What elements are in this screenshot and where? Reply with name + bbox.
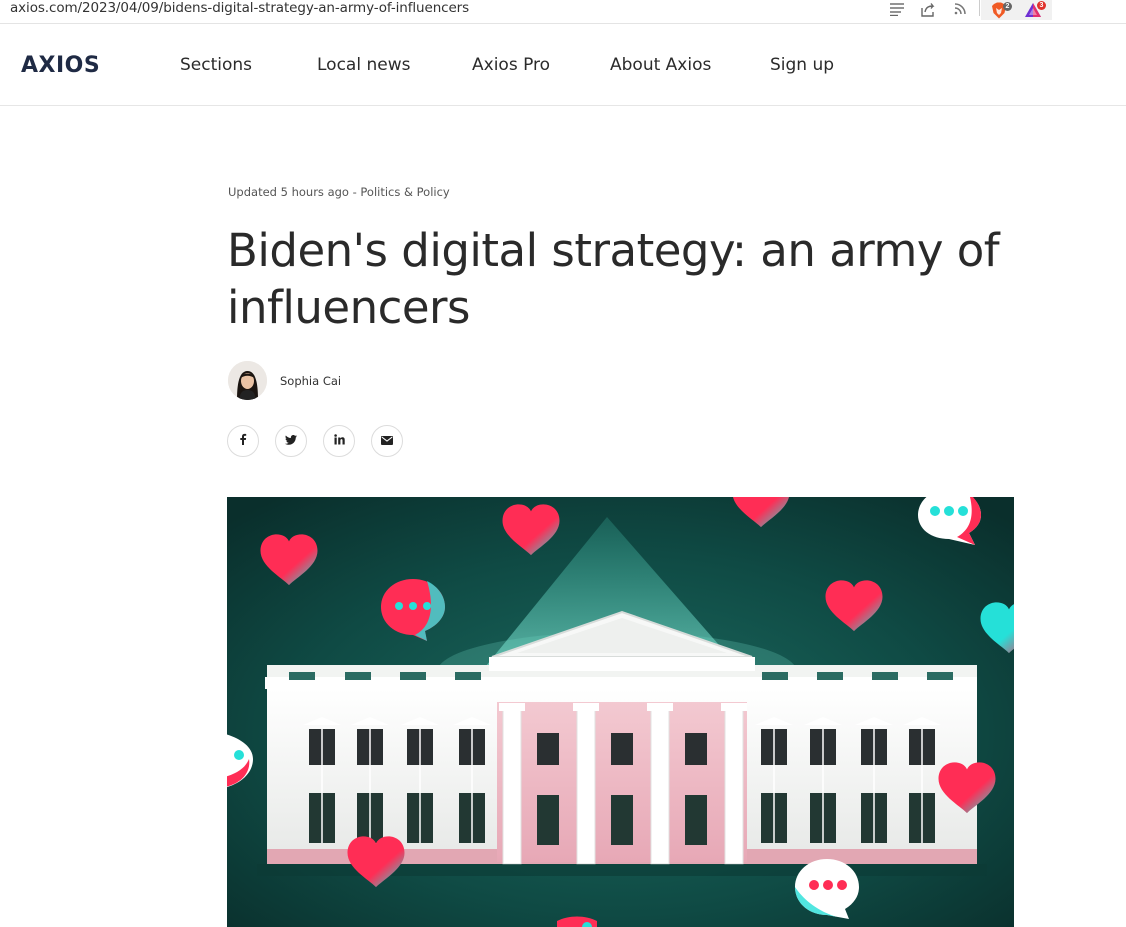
author-avatar[interactable] bbox=[228, 361, 267, 400]
nav-about-axios[interactable]: About Axios bbox=[610, 54, 711, 76]
address-url[interactable]: axios.com/2023/04/09/bidens-digital-stra… bbox=[10, 0, 469, 16]
white-house-illustration bbox=[227, 497, 1014, 927]
site-header: AXIOS Sections Local news Axios Pro Abou… bbox=[0, 26, 1126, 106]
linkedin-icon bbox=[333, 432, 345, 450]
facebook-share-button[interactable] bbox=[227, 425, 259, 457]
brave-shields-count: 2 bbox=[1003, 2, 1012, 11]
rss-icon[interactable] bbox=[950, 0, 970, 18]
email-share-button[interactable] bbox=[371, 425, 403, 457]
article-meta: Updated 5 hours ago - Politics & Policy bbox=[228, 185, 450, 199]
browser-address-bar: axios.com/2023/04/09/bidens-digital-stra… bbox=[0, 0, 1126, 24]
email-icon bbox=[381, 432, 393, 450]
axios-logo[interactable]: AXIOS bbox=[21, 54, 100, 78]
hero-illustration bbox=[227, 497, 1014, 927]
share-icon[interactable] bbox=[918, 0, 938, 18]
nav-axios-pro[interactable]: Axios Pro bbox=[472, 54, 550, 76]
author-name[interactable]: Sophia Cai bbox=[280, 374, 341, 388]
reader-mode-icon[interactable] bbox=[887, 0, 907, 18]
linkedin-share-button[interactable] bbox=[323, 425, 355, 457]
article-title: Biden's digital strategy: an army of inf… bbox=[227, 224, 1000, 334]
nav-sign-up[interactable]: Sign up bbox=[770, 54, 834, 76]
facebook-icon bbox=[239, 432, 247, 450]
author-byline[interactable]: Sophia Cai bbox=[228, 361, 341, 400]
brave-rewards-count: 3 bbox=[1037, 1, 1046, 10]
nav-local-news[interactable]: Local news bbox=[317, 54, 410, 76]
nav-sections[interactable]: Sections bbox=[180, 54, 252, 76]
toolbar-divider bbox=[979, 0, 980, 16]
twitter-share-button[interactable] bbox=[275, 425, 307, 457]
extensions-area: 2 3 bbox=[981, 0, 1052, 20]
twitter-icon bbox=[285, 432, 297, 450]
